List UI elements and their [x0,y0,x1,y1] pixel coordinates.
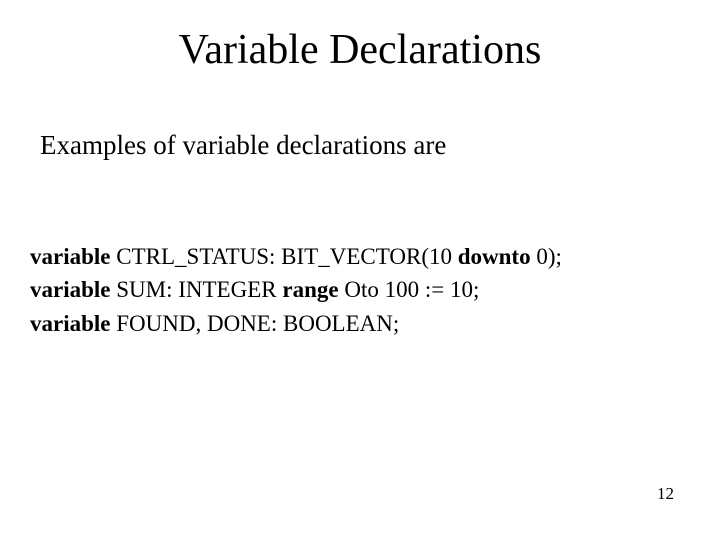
code-text: Oto 100 := 10; [339,277,480,302]
code-text: FOUND, DONE: BOOLEAN; [111,311,400,336]
keyword-variable: variable [30,311,111,336]
keyword-downto: downto [458,244,531,269]
code-block: variable CTRL_STATUS: BIT_VECTOR(10 down… [30,240,562,340]
code-line-1: variable CTRL_STATUS: BIT_VECTOR(10 down… [30,240,562,273]
keyword-range: range [282,277,338,302]
code-line-3: variable FOUND, DONE: BOOLEAN; [30,307,562,340]
code-text: CTRL_STATUS: BIT_VECTOR(10 [111,244,458,269]
code-line-2: variable SUM: INTEGER range Oto 100 := 1… [30,273,562,306]
page-number: 12 [657,484,674,504]
keyword-variable: variable [30,244,111,269]
code-text: 0); [531,244,562,269]
slide: Variable Declarations Examples of variab… [0,0,720,540]
slide-subtitle: Examples of variable declarations are [40,130,446,161]
slide-title: Variable Declarations [0,26,720,74]
keyword-variable: variable [30,277,111,302]
code-text: SUM: INTEGER [111,277,283,302]
